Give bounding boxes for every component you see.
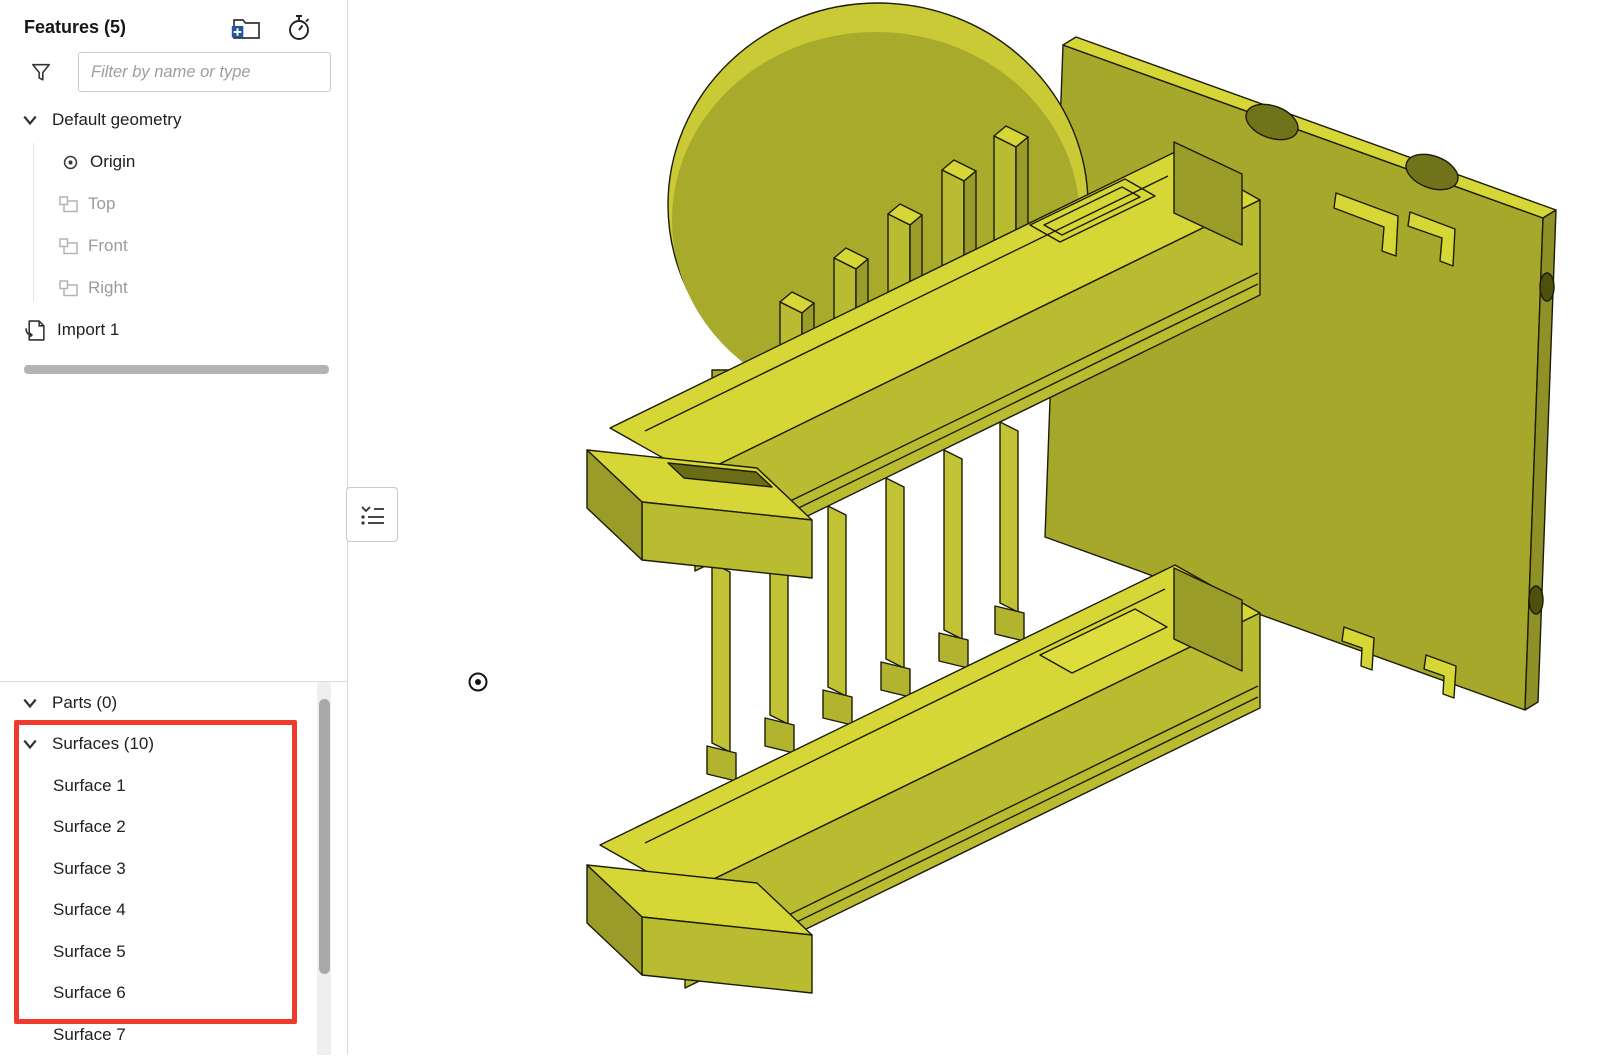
parts-panel: Parts (0) Surfaces (10) Surface 1 Surfac… xyxy=(0,681,347,1055)
rib[interactable] xyxy=(1000,422,1018,612)
bottom-arm[interactable] xyxy=(587,565,1260,993)
tree-item-label: Import 1 xyxy=(57,320,119,340)
funnel-icon[interactable] xyxy=(30,61,52,83)
surface-item-label: Surface 6 xyxy=(53,983,126,1003)
tree-item-label: Top xyxy=(88,194,115,214)
surface-item[interactable]: Surface 1 xyxy=(0,765,347,807)
surface-item-label: Surface 4 xyxy=(53,900,126,920)
surface-item-label: Surface 7 xyxy=(53,1025,126,1045)
tree-item-label: Right xyxy=(88,278,128,298)
surfaces-header-label: Surfaces (10) xyxy=(52,734,154,754)
rib-foot[interactable] xyxy=(765,718,794,753)
features-header: Features (5) xyxy=(0,0,347,41)
plane-icon xyxy=(58,237,80,256)
feature-tree-sidebar: Features (5) xyxy=(0,0,348,1054)
surface-item[interactable]: Surface 2 xyxy=(0,807,347,849)
parts-header-label: Parts (0) xyxy=(52,693,117,713)
chevron-down-icon[interactable] xyxy=(22,695,38,711)
tree-item-front-plane[interactable]: Front xyxy=(0,225,347,267)
plate-side-hole[interactable] xyxy=(1540,273,1554,301)
features-toolbar xyxy=(231,14,311,41)
surface-item-label: Surface 1 xyxy=(53,776,126,796)
parts-scrollbar-track[interactable] xyxy=(317,682,331,1055)
tree-item-import-1[interactable]: Import 1 xyxy=(0,309,347,351)
chevron-down-icon[interactable] xyxy=(22,112,38,128)
plate-side-hole[interactable] xyxy=(1529,586,1543,614)
tree-item-label: Front xyxy=(88,236,128,256)
surface-item[interactable]: Surface 4 xyxy=(0,890,347,932)
chevron-down-icon[interactable] xyxy=(22,736,38,752)
surface-item[interactable]: Surface 6 xyxy=(0,973,347,1015)
parts-header-row[interactable]: Parts (0) xyxy=(0,682,347,724)
surface-item-label: Surface 5 xyxy=(53,942,126,962)
surfaces-header-row[interactable]: Surfaces (10) xyxy=(0,724,347,766)
surface-item[interactable]: Surface 5 xyxy=(0,931,347,973)
features-panel: Features (5) xyxy=(0,0,347,681)
surface-item-label: Surface 3 xyxy=(53,859,126,879)
filter-input[interactable] xyxy=(78,52,331,92)
surface-item[interactable]: Surface 7 xyxy=(0,1014,347,1056)
circle-dot-icon xyxy=(62,154,79,171)
list-outline-icon xyxy=(358,501,386,529)
tree-item-label: Default geometry xyxy=(52,110,181,130)
rib-foot[interactable] xyxy=(939,633,968,668)
rib-foot[interactable] xyxy=(995,606,1024,641)
rib-foot[interactable] xyxy=(823,690,852,725)
rib-foot[interactable] xyxy=(707,746,736,781)
feature-tree: Default geometry Origin Top xyxy=(0,99,347,351)
rib[interactable] xyxy=(712,563,730,752)
tree-item-origin[interactable]: Origin xyxy=(0,141,347,183)
tree-item-default-geometry[interactable]: Default geometry xyxy=(0,99,347,141)
surface-item-label: Surface 2 xyxy=(53,817,126,837)
features-panel-title: Features (5) xyxy=(24,17,231,38)
rib[interactable] xyxy=(944,450,962,639)
stopwatch-icon[interactable] xyxy=(287,14,311,41)
imported-part-model[interactable] xyxy=(587,3,1556,993)
tree-item-right-plane[interactable]: Right xyxy=(0,267,347,309)
rollback-bar[interactable] xyxy=(24,365,329,374)
rib-foot[interactable] xyxy=(881,662,910,697)
folder-plus-icon[interactable] xyxy=(231,16,261,40)
rib[interactable] xyxy=(828,506,846,696)
filter-row xyxy=(0,51,347,93)
origin-marker[interactable] xyxy=(470,674,487,691)
parts-scrollbar-thumb[interactable] xyxy=(319,699,330,974)
plane-icon xyxy=(58,195,80,214)
surface-item[interactable]: Surface 3 xyxy=(0,848,347,890)
rib[interactable] xyxy=(886,478,904,668)
import-arrow-icon xyxy=(24,319,47,342)
feature-list-toggle[interactable] xyxy=(346,487,398,542)
part-studio-window: Features (5) xyxy=(0,0,1600,1054)
tree-item-label: Origin xyxy=(90,152,135,172)
plane-icon xyxy=(58,279,80,298)
tree-item-top-plane[interactable]: Top xyxy=(0,183,347,225)
tree-guide-line xyxy=(33,143,34,301)
